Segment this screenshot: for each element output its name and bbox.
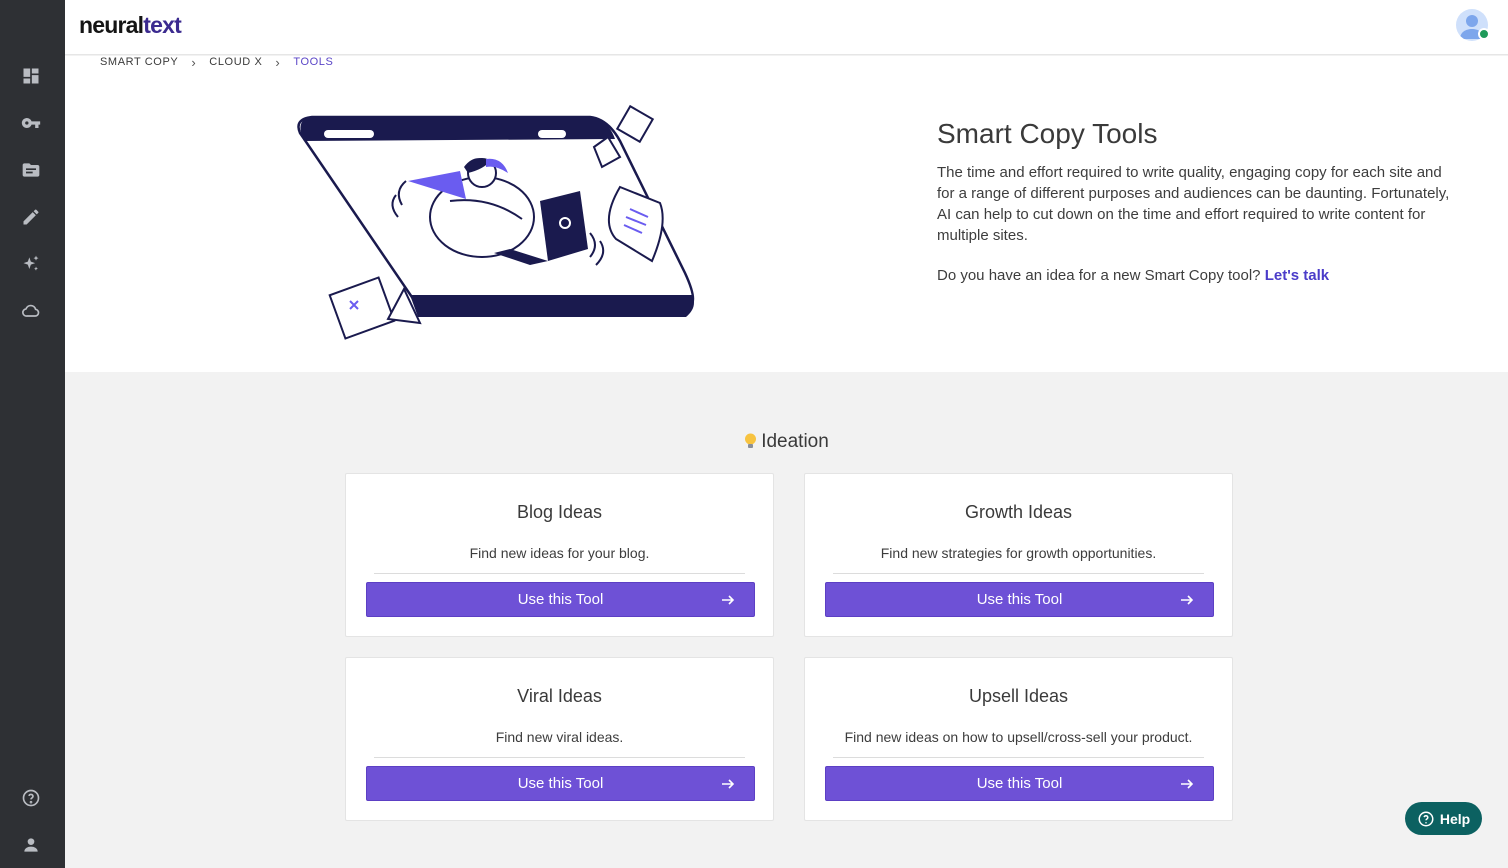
tool-card-viral-ideas: Viral Ideas Find new viral ideas. Use th… (345, 657, 774, 821)
sparkles-icon[interactable] (20, 253, 42, 275)
arrow-right-icon (722, 595, 735, 605)
use-tool-button[interactable]: Use this Tool (366, 766, 755, 801)
card-title: Viral Ideas (517, 686, 602, 706)
hero-question: Do you have an idea for a new Smart Copy… (937, 267, 1457, 284)
card-divider (833, 757, 1204, 758)
tool-card-upsell-ideas: Upsell Ideas Find new ideas on how to up… (804, 657, 1233, 821)
hero-text: Smart Copy Tools The time and effort req… (937, 118, 1457, 284)
breadcrumb-tools[interactable]: TOOLS (293, 56, 333, 68)
section-title: Ideation (65, 431, 1508, 453)
arrow-right-icon (722, 779, 735, 789)
card-title: Growth Ideas (964, 502, 1073, 522)
cloud-icon[interactable] (20, 300, 42, 322)
tool-card-growth-ideas: Growth Ideas Find new strategies for gro… (804, 473, 1233, 637)
arrow-right-icon (1181, 779, 1194, 789)
section-title-text: Ideation (761, 431, 829, 452)
arrow-right-icon (1181, 595, 1194, 605)
key-icon[interactable] (20, 112, 42, 134)
brand-logo[interactable]: neuraltext (79, 12, 182, 39)
online-status-dot (1478, 28, 1490, 40)
chevron-right-icon: › (275, 54, 281, 70)
card-description: Find new ideas for your blog. (469, 545, 650, 561)
hero-question-text: Do you have an idea for a new Smart Copy… (937, 267, 1261, 284)
use-tool-button-label: Use this Tool (976, 775, 1063, 792)
hero-illustration (297, 104, 695, 340)
help-button-label: Help (1439, 810, 1471, 827)
top-header: neuraltext (65, 0, 1508, 55)
tool-card-blog-ideas: Blog Ideas Find new ideas for your blog.… (345, 473, 774, 637)
use-tool-button-label: Use this Tool (517, 591, 604, 608)
sidebar (0, 0, 65, 868)
card-divider (833, 573, 1204, 574)
breadcrumb-cloud-x[interactable]: CLOUD X (209, 56, 262, 68)
card-description: Find new ideas on how to upsell/cross-se… (844, 729, 1193, 745)
pencil-icon[interactable] (20, 206, 42, 228)
help-circle-icon[interactable] (20, 787, 42, 809)
folder-icon[interactable] (20, 159, 42, 181)
use-tool-button[interactable]: Use this Tool (366, 582, 755, 617)
card-title: Upsell Ideas (968, 686, 1069, 706)
card-divider (374, 757, 745, 758)
breadcrumb: SMART COPY › CLOUD X › TOOLS (100, 54, 333, 70)
breadcrumb-smart-copy[interactable]: SMART COPY (100, 56, 178, 68)
brand-logo-part2: text (143, 12, 181, 38)
card-title: Blog Ideas (516, 502, 603, 522)
card-description: Find new strategies for growth opportuni… (880, 545, 1157, 561)
hero-section: SMART COPY › CLOUD X › TOOLS Smart Copy … (65, 54, 1508, 372)
user-icon[interactable] (20, 834, 42, 856)
use-tool-button[interactable]: Use this Tool (825, 582, 1214, 617)
use-tool-button-label: Use this Tool (517, 775, 604, 792)
card-description: Find new viral ideas. (495, 729, 624, 745)
use-tool-button[interactable]: Use this Tool (825, 766, 1214, 801)
dashboard-icon[interactable] (20, 65, 42, 87)
help-button[interactable]: Help (1405, 802, 1482, 835)
brand-logo-part1: neural (79, 12, 144, 38)
card-divider (374, 573, 745, 574)
hero-description: The time and effort required to write qu… (937, 164, 1450, 244)
page-title: Smart Copy Tools (937, 118, 1158, 149)
use-tool-button-label: Use this Tool (976, 591, 1063, 608)
lets-talk-link[interactable]: Let's talk (1265, 267, 1329, 284)
lightbulb-icon (745, 433, 757, 448)
chevron-right-icon: › (191, 54, 197, 70)
help-circle-icon (1418, 811, 1434, 826)
